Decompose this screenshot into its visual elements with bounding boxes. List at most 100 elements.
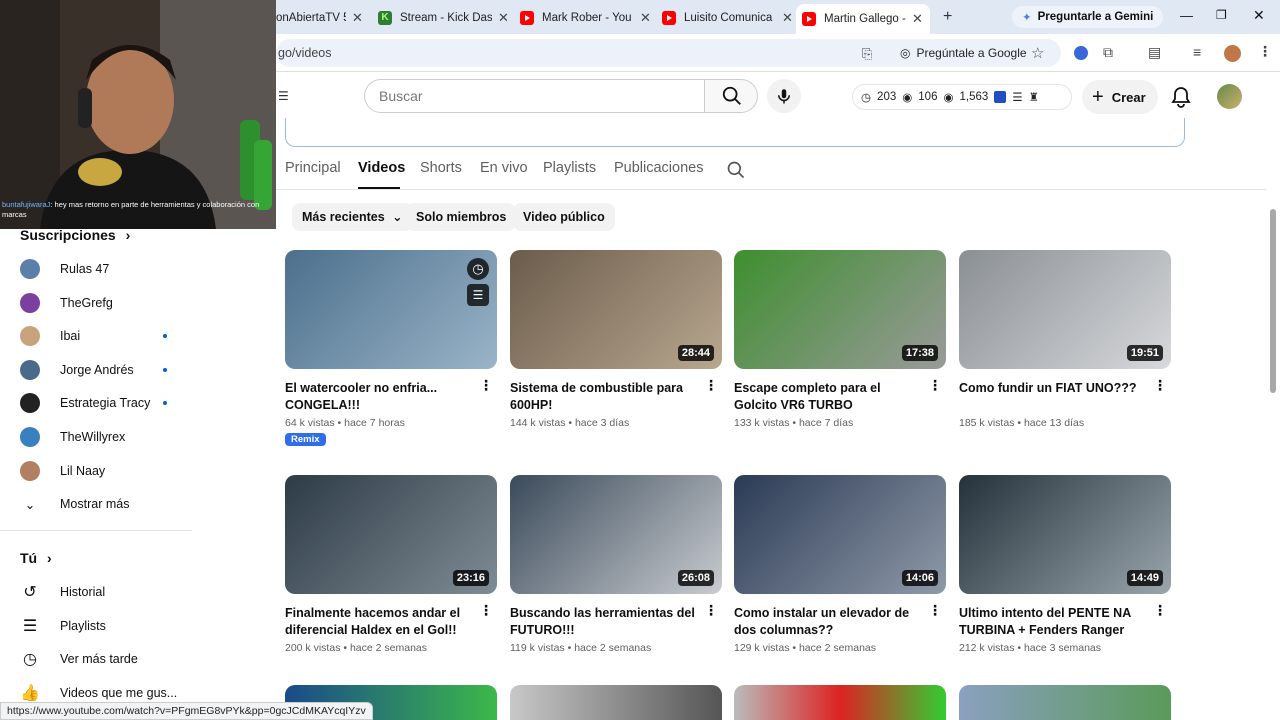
browser-tab-active[interactable]: Martin Gallego - Y ✕: [796, 4, 930, 34]
video-title[interactable]: Como instalar un elevador de dos columna…: [734, 605, 924, 639]
video-thumbnail[interactable]: [510, 685, 722, 720]
reading-list-icon[interactable]: ▤: [1148, 44, 1161, 61]
restore-icon[interactable]: ❐: [1216, 8, 1227, 22]
close-tab-icon[interactable]: ✕: [352, 10, 363, 26]
tab-videos[interactable]: Videos: [358, 160, 405, 176]
video-card[interactable]: 19:51 Como fundir un FIAT UNO??? 185 k vis…: [959, 250, 1171, 429]
more-options-icon[interactable]: ⋮: [479, 603, 493, 617]
browser-tab[interactable]: K Stream - Kick Dash ✕: [372, 5, 509, 31]
account-avatar[interactable]: [1217, 84, 1242, 109]
extensions-puzzle-icon[interactable]: ⧉: [1103, 44, 1113, 61]
ask-google-button[interactable]: ◎ Pregúntale a Google: [892, 41, 1035, 65]
search-input[interactable]: Buscar: [364, 79, 705, 113]
browser-tab[interactable]: onAbiertaTV 5 ✕: [270, 5, 363, 31]
more-options-icon[interactable]: ⋮: [928, 603, 942, 617]
more-options-icon[interactable]: ⋮: [479, 378, 493, 392]
minimize-icon[interactable]: —: [1180, 8, 1193, 23]
filter-members[interactable]: Solo miembros: [406, 203, 517, 231]
video-thumbnail[interactable]: ◷ ☰: [285, 250, 497, 369]
video-card[interactable]: 23:16 Finalmente hacemos andar el diferen…: [285, 475, 497, 654]
you-item[interactable]: ◷ Ver más tarde: [20, 648, 138, 670]
remix-label: Remix: [291, 434, 320, 445]
channel-search-icon[interactable]: [726, 160, 746, 185]
extension-icon[interactable]: [1074, 46, 1088, 60]
close-tab-icon[interactable]: ✕: [640, 10, 651, 26]
you-item[interactable]: ☰ Playlists: [20, 615, 106, 637]
video-card[interactable]: 28:44 Sistema de combustible para 600HP! 1…: [510, 250, 722, 429]
video-thumbnail[interactable]: [734, 685, 946, 720]
close-tab-icon[interactable]: ✕: [498, 10, 509, 26]
video-title[interactable]: Como fundir un FIAT UNO???: [959, 380, 1149, 414]
video-card[interactable]: 26:08 Buscando las herramientas del FUTUR…: [510, 475, 722, 654]
more-options-icon[interactable]: ⋮: [704, 378, 718, 392]
filter-recent[interactable]: Más recientes ⌄: [292, 203, 413, 231]
subscription-item[interactable]: Ibai: [20, 325, 80, 347]
subscription-item[interactable]: Rulas 47: [20, 258, 109, 280]
page-scrollbar[interactable]: [1270, 209, 1276, 393]
stat-value: 106: [918, 91, 938, 103]
search-button[interactable]: [704, 79, 758, 113]
video-title[interactable]: Finalmente hacemos andar el diferencial …: [285, 605, 475, 639]
tab-playlists[interactable]: Playlists: [543, 160, 596, 176]
voice-search-button[interactable]: [767, 79, 801, 113]
subscriptions-heading[interactable]: Suscripciones ›: [20, 227, 130, 243]
guide-menu-icon[interactable]: ☰: [278, 89, 289, 103]
browser-tab[interactable]: Luisito Comunica ✕: [656, 5, 793, 31]
subscription-item[interactable]: Lil Naay: [20, 460, 105, 482]
browser-menu-icon[interactable]: ⋮: [1258, 43, 1272, 60]
bookmark-star-icon[interactable]: ☆: [1031, 44, 1044, 62]
watch-later-icon[interactable]: ◷: [467, 258, 489, 280]
browser-tab[interactable]: Mark Rober - You ✕: [514, 5, 651, 31]
close-window-icon[interactable]: ✕: [1253, 7, 1265, 24]
video-card[interactable]: 17:38 Escape completo para el Golcito VR6…: [734, 250, 946, 429]
tab-shorts[interactable]: Shorts: [420, 160, 462, 176]
video-thumbnail[interactable]: 14:49: [959, 475, 1171, 594]
more-options-icon[interactable]: ⋮: [1153, 378, 1167, 392]
show-more-button[interactable]: ⌄ Mostrar más: [20, 493, 130, 515]
show-more-label: Mostrar más: [60, 497, 130, 511]
video-thumbnail[interactable]: 17:38: [734, 250, 946, 369]
profile-avatar[interactable]: [1224, 45, 1241, 62]
video-title[interactable]: El watercooler no enfria... CONGELA!!!: [285, 380, 475, 414]
video-title[interactable]: Ultimo intento del PENTE NA TURBINA + Fe…: [959, 605, 1149, 639]
filter-public[interactable]: Video público: [513, 203, 615, 231]
you-heading[interactable]: Tú ›: [20, 550, 52, 566]
more-options-icon[interactable]: ⋮: [928, 378, 942, 392]
gemini-button[interactable]: ✦ Preguntarle a Gemini: [1012, 6, 1164, 28]
video-thumbnail[interactable]: 14:06: [734, 475, 946, 594]
tab-principal[interactable]: Principal: [285, 160, 341, 176]
new-tab-button[interactable]: +: [943, 8, 952, 26]
notifications-bell-icon[interactable]: [1171, 86, 1191, 113]
chat-message: buntafujiwaraJ: hey mas retorno en parte…: [2, 200, 274, 220]
close-tab-icon[interactable]: ✕: [782, 10, 793, 26]
close-tab-icon[interactable]: ✕: [912, 11, 923, 27]
video-card[interactable]: 14:06 Como instalar un elevador de dos co…: [734, 475, 946, 654]
subscription-item[interactable]: TheWillyrex: [20, 426, 125, 448]
tab-publicaciones[interactable]: Publicaciones: [614, 160, 703, 176]
extension-stats-pill[interactable]: ◷ 203 ◉ 106 ◉ 1,563 ☰ ♜: [852, 84, 1072, 110]
subscription-item[interactable]: Jorge Andrés: [20, 359, 134, 381]
video-thumbnail[interactable]: 19:51: [959, 250, 1171, 369]
video-thumbnail[interactable]: [959, 685, 1171, 720]
create-button[interactable]: + Crear: [1082, 80, 1158, 114]
you-item[interactable]: 👍 Videos que me gus...: [20, 682, 177, 704]
video-thumbnail[interactable]: 23:16: [285, 475, 497, 594]
channel-avatar: [20, 461, 40, 481]
media-controls-icon[interactable]: ≡: [1193, 44, 1201, 60]
video-thumbnail[interactable]: 28:44: [510, 250, 722, 369]
tab-en-vivo[interactable]: En vivo: [480, 160, 528, 176]
more-options-icon[interactable]: ⋮: [1153, 603, 1167, 617]
install-icon[interactable]: ⎘: [862, 46, 872, 62]
video-title[interactable]: Sistema de combustible para 600HP!: [510, 380, 700, 414]
video-title[interactable]: Buscando las herramientas del FUTURO!!!: [510, 605, 700, 639]
video-card[interactable]: ◷ ☰ El watercooler no enfria... CONGELA!!!…: [285, 250, 497, 447]
video-card[interactable]: 14:49 Ultimo intento del PENTE NA TURBINA…: [959, 475, 1171, 654]
you-item[interactable]: ↺ Historial: [20, 581, 105, 603]
video-thumbnail[interactable]: 26:08: [510, 475, 722, 594]
subscription-item[interactable]: TheGrefg: [20, 292, 113, 314]
video-title[interactable]: Escape completo para el Golcito VR6 TURB…: [734, 380, 924, 414]
more-options-icon[interactable]: ⋮: [704, 603, 718, 617]
add-to-queue-icon[interactable]: ☰: [467, 284, 489, 306]
subscription-item[interactable]: Estrategia Tracy: [20, 392, 150, 414]
video-meta: 212 k vistas • hace 3 semanas: [959, 642, 1102, 654]
